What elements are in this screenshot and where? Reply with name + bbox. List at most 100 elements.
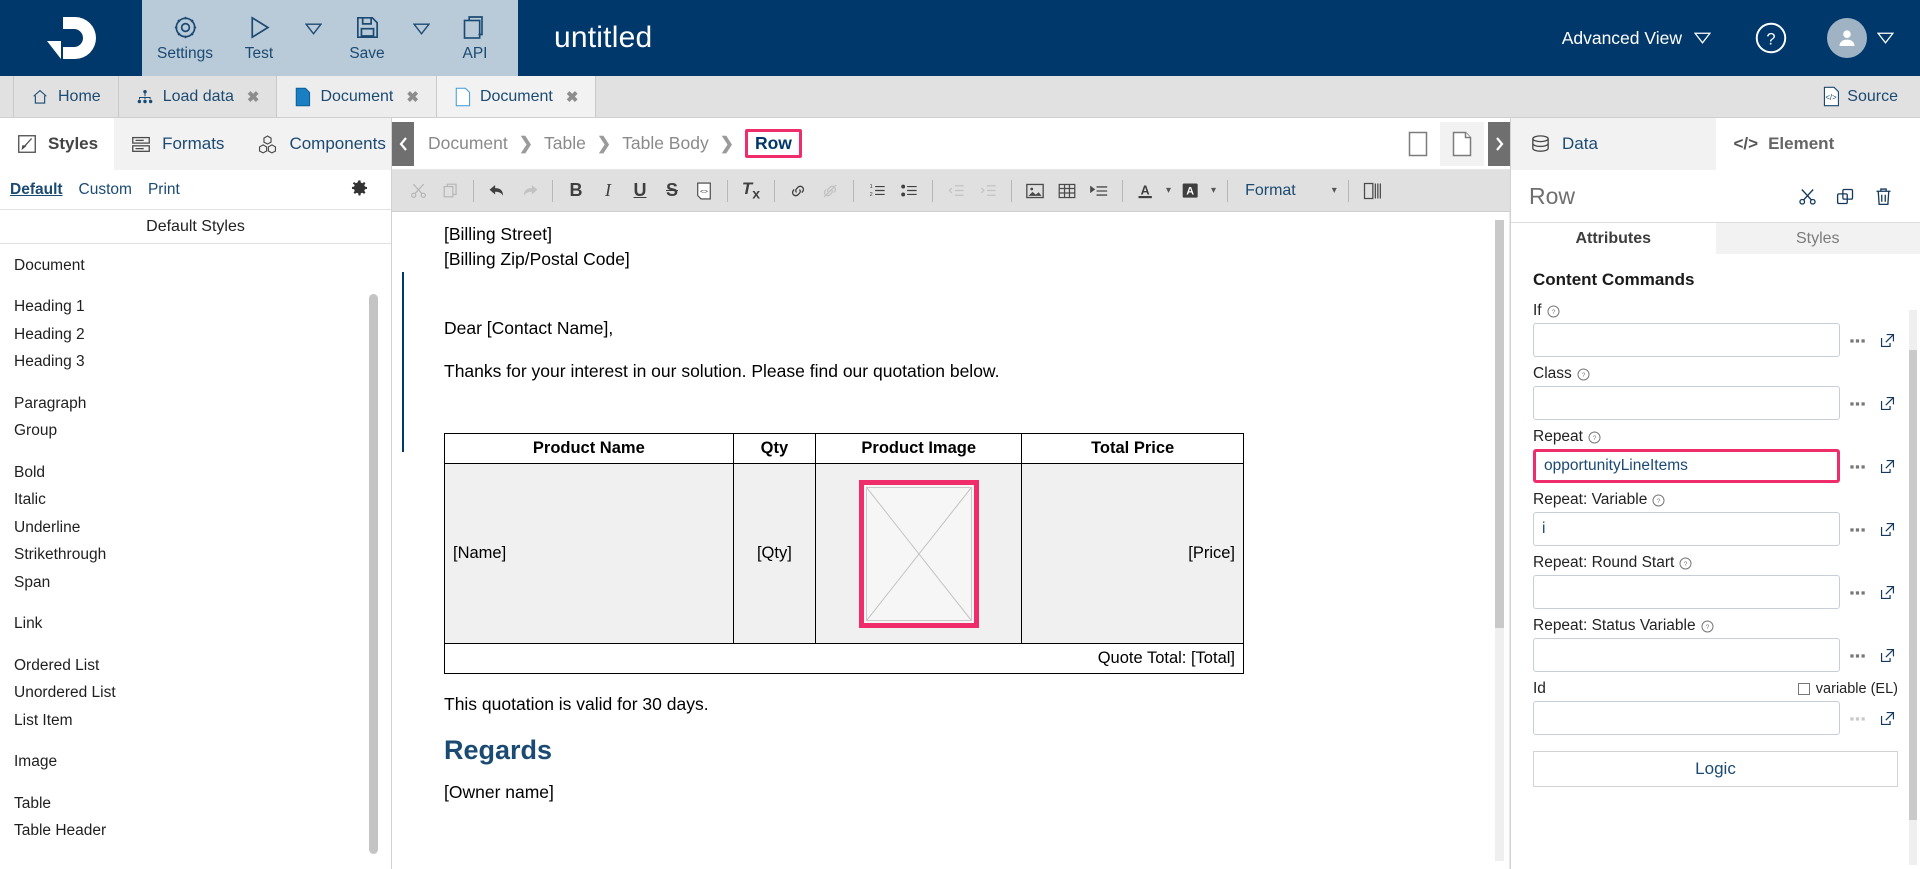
page-view-blank-button[interactable] bbox=[1396, 122, 1440, 166]
canvas-scrollbar[interactable] bbox=[1495, 220, 1504, 861]
field-repeat-more-button[interactable]: ▪▪▪ bbox=[1848, 459, 1868, 474]
help-button[interactable]: ? bbox=[1753, 20, 1789, 56]
tab-home[interactable]: Home bbox=[13, 76, 119, 117]
style-item-italic[interactable]: Italic bbox=[0, 487, 391, 515]
source-button[interactable]: </> Source bbox=[1800, 76, 1920, 117]
field-repeat-expand-button[interactable] bbox=[1876, 458, 1898, 475]
app-logo[interactable] bbox=[0, 0, 142, 76]
insert-table-button[interactable] bbox=[1051, 175, 1083, 207]
page-break-button[interactable] bbox=[1356, 175, 1388, 207]
scrollbar-thumb[interactable] bbox=[1495, 220, 1504, 628]
field-class-input[interactable] bbox=[1533, 386, 1840, 420]
variable-el-checkbox[interactable] bbox=[1798, 683, 1810, 695]
page-view-corner-button[interactable] bbox=[1440, 122, 1484, 166]
table-row[interactable]: [Name] [Qty] bbox=[445, 464, 1244, 644]
cut-element-button[interactable] bbox=[1788, 186, 1826, 207]
help-icon[interactable]: ? bbox=[1652, 494, 1665, 507]
tab-close-icon[interactable]: ✖ bbox=[566, 88, 579, 106]
test-button[interactable]: Test bbox=[222, 0, 296, 76]
field-repeat-input[interactable]: opportunityLineItems bbox=[1533, 449, 1840, 483]
copy-button[interactable] bbox=[434, 175, 466, 207]
tab-components[interactable]: Components bbox=[240, 118, 401, 170]
style-item-heading-2[interactable]: Heading 2 bbox=[0, 321, 391, 349]
field-if-input[interactable] bbox=[1533, 323, 1840, 357]
tab-document-2[interactable]: Document ✖ bbox=[437, 76, 597, 117]
ordered-list-button[interactable]: 12 bbox=[861, 175, 893, 207]
style-item-strikethrough[interactable]: Strikethrough bbox=[0, 542, 391, 570]
outdent-button[interactable] bbox=[940, 175, 972, 207]
style-item-ordered-list[interactable]: Ordered List bbox=[0, 652, 391, 680]
style-item-underline[interactable]: Underline bbox=[0, 514, 391, 542]
help-icon[interactable]: ? bbox=[1577, 368, 1590, 381]
tab-load-data[interactable]: Load data ✖ bbox=[119, 76, 278, 117]
inline-source-button[interactable]: <> bbox=[688, 175, 720, 207]
subtab-styles[interactable]: Styles bbox=[1716, 223, 1920, 254]
tab-element[interactable]: </> Element bbox=[1716, 118, 1920, 170]
style-item-image[interactable]: Image bbox=[0, 749, 391, 777]
bold-button[interactable]: B bbox=[560, 175, 592, 207]
test-dropdown-caret[interactable] bbox=[296, 0, 330, 76]
collapse-left-panel-button[interactable] bbox=[392, 122, 414, 166]
insert-block-button[interactable] bbox=[1083, 175, 1115, 207]
field-class-more-button[interactable]: ▪▪▪ bbox=[1848, 396, 1868, 411]
delete-element-button[interactable] bbox=[1864, 186, 1902, 207]
style-item-bold[interactable]: Bold bbox=[0, 459, 391, 487]
scrollbar-thumb[interactable] bbox=[369, 294, 378, 854]
tab-styles[interactable]: Styles bbox=[0, 118, 114, 170]
style-item-document[interactable]: Document bbox=[0, 252, 391, 280]
style-item-table[interactable]: Table bbox=[0, 790, 391, 818]
help-icon[interactable]: ? bbox=[1588, 431, 1601, 444]
document-page[interactable]: [Billing Street] [Billing Zip/Postal Cod… bbox=[404, 212, 1510, 869]
italic-button[interactable]: I bbox=[592, 175, 624, 207]
style-item-heading-1[interactable]: Heading 1 bbox=[0, 294, 391, 322]
background-color-button[interactable]: A bbox=[1175, 175, 1207, 207]
unlink-button[interactable] bbox=[814, 175, 846, 207]
help-icon[interactable]: ? bbox=[1701, 620, 1714, 633]
subtab-print[interactable]: Print bbox=[148, 181, 180, 199]
tab-data[interactable]: Data bbox=[1511, 118, 1716, 170]
field-class-expand-button[interactable] bbox=[1876, 395, 1898, 412]
field-repeat-status-variable-more-button[interactable]: ▪▪▪ bbox=[1848, 648, 1868, 663]
cut-button[interactable] bbox=[402, 175, 434, 207]
style-item-unordered-list[interactable]: Unordered List bbox=[0, 680, 391, 708]
field-repeat-variable-more-button[interactable]: ▪▪▪ bbox=[1848, 522, 1868, 537]
cell-product-image[interactable] bbox=[816, 464, 1022, 644]
breadcrumb-item-document[interactable]: Document bbox=[428, 133, 508, 154]
help-icon[interactable]: ? bbox=[1679, 557, 1692, 570]
tab-formats[interactable]: Formats bbox=[114, 118, 240, 170]
save-dropdown-caret[interactable] bbox=[404, 0, 438, 76]
format-dropdown[interactable]: Format bbox=[1235, 182, 1306, 200]
collapse-right-panel-button[interactable] bbox=[1488, 122, 1510, 166]
style-item-link[interactable]: Link bbox=[0, 611, 391, 639]
field-repeat-round-start-more-button[interactable]: ▪▪▪ bbox=[1848, 585, 1868, 600]
tab-close-icon[interactable]: ✖ bbox=[247, 88, 260, 106]
duplicate-element-button[interactable] bbox=[1826, 186, 1864, 207]
tab-document-1[interactable]: Document ✖ bbox=[277, 76, 437, 117]
field-id-more-button[interactable]: ▪▪▪ bbox=[1848, 711, 1868, 726]
background-color-caret[interactable]: ▾ bbox=[1207, 185, 1220, 196]
format-dropdown-caret[interactable]: ▾ bbox=[1306, 185, 1341, 196]
undo-button[interactable] bbox=[481, 175, 513, 207]
advanced-view-selector[interactable]: Advanced View bbox=[1562, 28, 1711, 49]
remove-format-button[interactable]: Tx bbox=[735, 175, 767, 207]
field-repeat-variable-expand-button[interactable] bbox=[1876, 521, 1898, 538]
api-button[interactable]: API bbox=[438, 0, 512, 76]
redo-button[interactable] bbox=[513, 175, 545, 207]
field-if-more-button[interactable]: ▪▪▪ bbox=[1848, 333, 1868, 348]
right-panel-scrollbar[interactable] bbox=[1909, 310, 1917, 865]
text-color-button[interactable]: A bbox=[1130, 175, 1162, 207]
field-repeat-variable-input[interactable]: i bbox=[1533, 512, 1840, 546]
unordered-list-button[interactable] bbox=[893, 175, 925, 207]
style-item-heading-3[interactable]: Heading 3 bbox=[0, 349, 391, 377]
settings-button[interactable]: Settings bbox=[148, 0, 222, 76]
breadcrumb-item-table-body[interactable]: Table Body bbox=[622, 133, 709, 154]
field-if-expand-button[interactable] bbox=[1876, 332, 1898, 349]
field-repeat-round-start-input[interactable] bbox=[1533, 575, 1840, 609]
quotation-table[interactable]: Product Name Qty Product Image Total Pri… bbox=[444, 433, 1244, 674]
subtab-default[interactable]: Default bbox=[10, 181, 63, 199]
strikethrough-button[interactable]: S bbox=[656, 175, 688, 207]
subtab-custom[interactable]: Custom bbox=[79, 181, 132, 199]
field-repeat-status-variable-expand-button[interactable] bbox=[1876, 647, 1898, 664]
style-item-table-header[interactable]: Table Header bbox=[0, 818, 391, 846]
field-repeat-status-variable-input[interactable] bbox=[1533, 638, 1840, 672]
